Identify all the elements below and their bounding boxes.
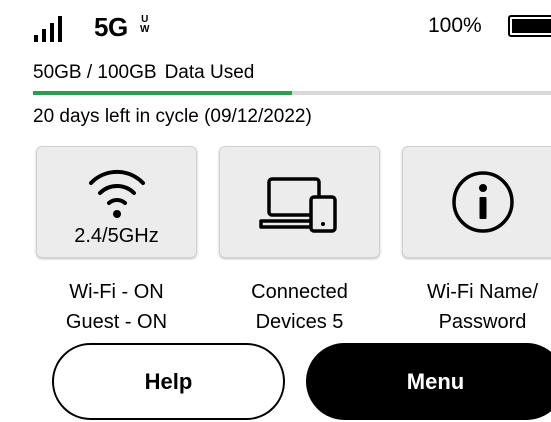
wifi-name-label: Wi-Fi Name/ [426,281,539,303]
password-label: Password [438,311,527,333]
wifi-band: 2.4/5GHz [74,225,159,247]
network-badge-bottom: W [140,24,150,35]
battery-icon [508,15,551,37]
help-button[interactable]: Help [52,343,285,420]
info-icon [452,171,514,233]
signal-strength-icon [34,16,68,42]
connected-devices-caption: Connected Devices 5 [219,277,380,337]
wifi-caption: Wi-Fi - ON Guest - ON [36,277,197,337]
devices-count: Devices 5 [255,311,344,333]
connected-devices-tile[interactable] [219,146,380,258]
wifi-icon [89,169,145,218]
data-usage-progress [33,91,551,95]
connected-label: Connected [251,281,348,303]
network-type: 5G [94,12,128,42]
battery-percent: 100% [428,14,482,37]
data-usage-progress-fill [33,91,292,95]
guest-status: Guest - ON [65,311,168,333]
data-usage: 50GB / 100GB Data Used [33,62,254,84]
wifi-status: Wi-Fi - ON [69,281,164,303]
battery-fill [512,19,551,33]
connected-devices-icon [259,177,337,233]
wifi-name-password-tile[interactable] [402,146,551,258]
data-usage-label: Data Used [164,62,255,83]
wifi-name-password-caption: Wi-Fi Name/ Password [402,277,551,337]
menu-button[interactable]: Menu [306,343,551,420]
data-usage-amount: 50GB / 100GB [33,62,157,83]
network-badge: U W [140,15,149,35]
wifi-tile[interactable]: 2.4/5GHz [36,146,197,258]
cycle-remaining: 20 days left in cycle (09/12/2022) [33,106,312,127]
